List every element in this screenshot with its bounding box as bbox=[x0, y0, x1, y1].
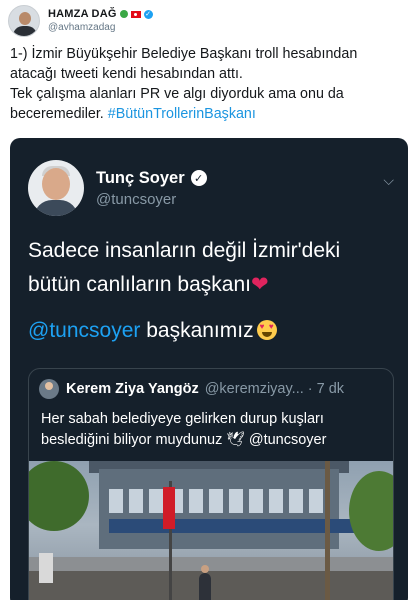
verified-badge-icon: ✓ bbox=[190, 170, 207, 186]
photo-building-windows bbox=[109, 489, 329, 513]
outer-tweet-header: HAMZA DAĞ ✓ @avhamzadag bbox=[8, 2, 408, 40]
embedded-text-line-2: bütün canlıların başkanı bbox=[28, 273, 251, 296]
dove-emoji-icon: 🕊 bbox=[226, 432, 245, 448]
photo-person bbox=[199, 573, 211, 600]
embedded-tweet-card[interactable]: Tunç Soyer ✓ @tuncsoyer ⌵ Sadece insanla… bbox=[10, 138, 408, 600]
avatar-head bbox=[19, 12, 31, 25]
embedded-name-row: Tunç Soyer ✓ bbox=[96, 169, 207, 188]
outer-name-row: HAMZA DAĞ ✓ bbox=[48, 7, 153, 21]
avatar[interactable] bbox=[39, 379, 59, 399]
embedded-tweet-text: Sadece insanların değil İzmir'deki bütün… bbox=[28, 234, 398, 302]
quoted-handle[interactable]: @keremziyay... bbox=[205, 381, 304, 397]
outer-display-name[interactable]: HAMZA DAĞ bbox=[48, 7, 117, 21]
embedded-text-line: bütün canlıların başkanı❤ bbox=[28, 268, 398, 302]
embedded-tweet-header: Tunç Soyer ✓ @tuncsoyer ⌵ bbox=[28, 160, 394, 216]
embedded-handle[interactable]: @tuncsoyer bbox=[96, 191, 207, 208]
photo-person-head bbox=[201, 565, 209, 573]
quoted-text-line-2: beslediğini biliyor muydunuz bbox=[41, 432, 223, 448]
quoted-text-line: beslediğini biliyor muydunuz 🕊 @tuncsoye… bbox=[41, 430, 381, 451]
avatar[interactable] bbox=[8, 5, 40, 37]
green-dot-icon bbox=[119, 10, 128, 18]
embedded-display-name[interactable]: Tunç Soyer bbox=[96, 169, 185, 188]
verified-badge-icon: ✓ bbox=[143, 9, 153, 19]
photo-palm-trunk bbox=[325, 461, 330, 600]
avatar-body bbox=[13, 26, 37, 36]
photo-tree bbox=[29, 461, 89, 531]
quoted-tweet-photo[interactable] bbox=[29, 461, 393, 600]
outer-tweet-line: Tek çalışma alanları PR ve algı diyorduk… bbox=[10, 86, 344, 102]
hashtag-link[interactable]: #BütünTrollerinBaşkanı bbox=[108, 106, 256, 122]
avatar[interactable] bbox=[28, 160, 84, 216]
quoted-tweet[interactable]: Kerem Ziya Yangöz @keremziyay... · 7 dk … bbox=[28, 368, 394, 600]
photo-ground bbox=[29, 571, 393, 600]
outer-tweet-line-text: beceremediler. bbox=[10, 106, 104, 122]
outer-user-info: HAMZA DAĞ ✓ @avhamzadag bbox=[48, 7, 153, 35]
photo-sign bbox=[39, 553, 53, 583]
outer-tweet-line: atacağı tweeti kendi hesabından attı. bbox=[10, 66, 243, 82]
embedded-text-after-mention: başkanımız bbox=[140, 319, 254, 342]
quoted-text-line: Her sabah belediyeye gelirken durup kuşl… bbox=[41, 411, 324, 427]
quoted-display-name[interactable]: Kerem Ziya Yangöz bbox=[66, 381, 199, 397]
photo-tree bbox=[349, 471, 393, 551]
chevron-down-icon[interactable]: ⌵ bbox=[383, 172, 394, 189]
turkey-flag-icon bbox=[130, 10, 141, 18]
quoted-mention[interactable]: @tuncsoyer bbox=[249, 432, 327, 448]
embedded-mention-line: @tuncsoyer başkanımız bbox=[28, 314, 277, 348]
mention-link[interactable]: @tuncsoyer bbox=[28, 319, 140, 342]
quoted-tweet-header: Kerem Ziya Yangöz @keremziyay... · 7 dk bbox=[39, 379, 383, 399]
quoted-tweet-text: Her sabah belediyeye gelirken durup kuşl… bbox=[41, 409, 381, 451]
embedded-text-line: Sadece insanların değil İzmir'deki bbox=[28, 239, 341, 262]
heart-eyes-emoji-icon bbox=[256, 320, 277, 340]
photo-awning bbox=[109, 519, 359, 533]
avatar-face bbox=[42, 168, 70, 200]
quoted-timestamp[interactable]: · 7 dk bbox=[308, 381, 344, 397]
outer-tweet-line: beceremediler. #BütünTrollerinBaşkanı bbox=[10, 104, 410, 124]
outer-handle[interactable]: @avhamzadag bbox=[48, 21, 153, 35]
photo-red-flag bbox=[163, 487, 175, 529]
outer-tweet-text: 1-) İzmir Büyükşehir Belediye Başkanı tr… bbox=[10, 44, 410, 124]
outer-tweet-line: 1-) İzmir Büyükşehir Belediye Başkanı tr… bbox=[10, 46, 358, 62]
heart-emoji-icon: ❤ bbox=[250, 273, 269, 296]
avatar-shirt bbox=[34, 200, 78, 216]
embedded-user-info: Tunç Soyer ✓ @tuncsoyer bbox=[96, 169, 207, 208]
